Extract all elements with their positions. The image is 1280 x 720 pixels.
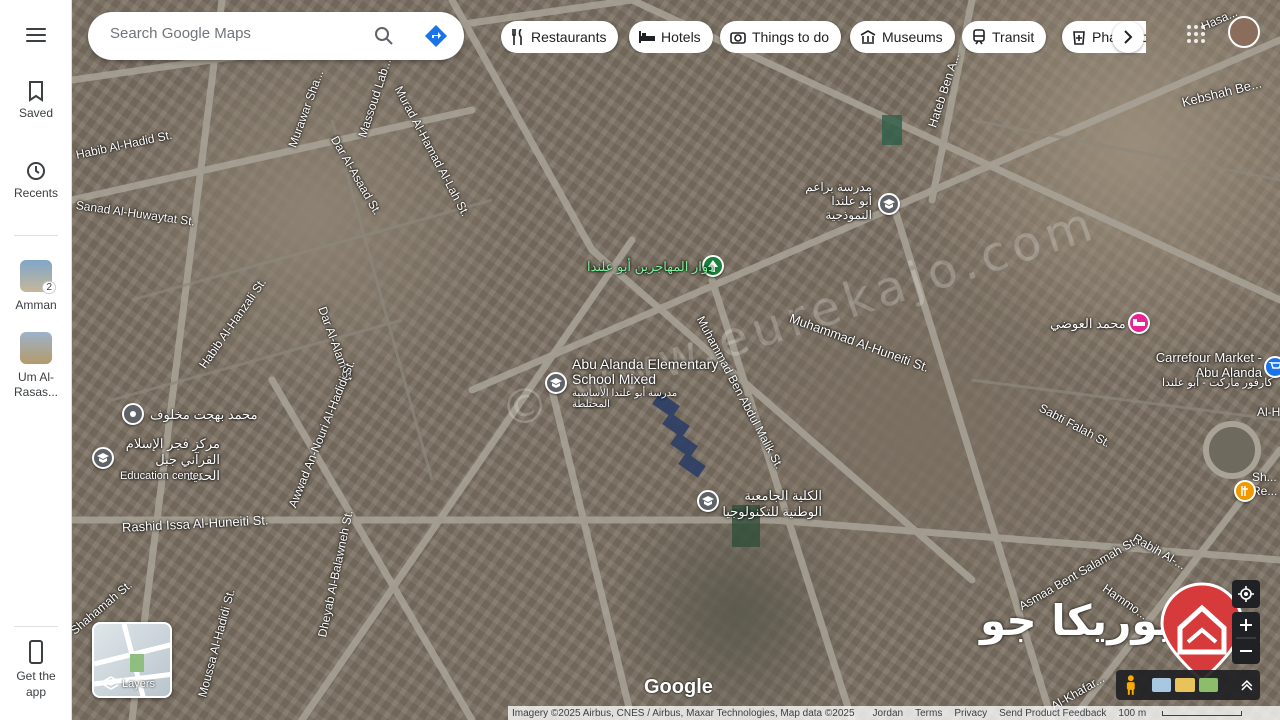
fork-knife-icon — [512, 29, 522, 45]
imagery-thumb[interactable] — [1151, 678, 1172, 692]
chip-label: Museums — [882, 29, 943, 45]
bed-icon — [639, 31, 655, 43]
chip-restaurants[interactable]: Restaurants — [501, 21, 619, 53]
scale-bar — [1162, 710, 1243, 716]
imagery-thumb[interactable] — [1198, 678, 1219, 692]
bookmark-icon — [29, 81, 43, 102]
my-location-button[interactable] — [1232, 580, 1260, 608]
museum-icon — [860, 30, 876, 44]
street-label: Al-H... — [1257, 405, 1280, 419]
place-label-roundabout[interactable]: دوار المهاجرين أبو علندا — [587, 259, 714, 275]
chip-hotels[interactable]: Hotels — [629, 21, 713, 53]
search-input[interactable] — [110, 25, 360, 42]
crosshair-icon — [1238, 586, 1254, 602]
scale-label[interactable]: 100 m — [1118, 708, 1254, 719]
search-icon[interactable] — [374, 26, 394, 46]
place-label-fajr-center-type: Education center — [120, 470, 203, 482]
feedback-link[interactable]: Send Product Feedback — [999, 708, 1106, 719]
account-avatar[interactable] — [1228, 16, 1260, 48]
chip-label: Restaurants — [531, 29, 607, 45]
map-footer: Imagery ©2025 Airbus, CNES / Airbus, Max… — [508, 706, 1280, 720]
place-label-abu-alanda-school-ar: مدرسة أبو علندا الأساسية المختلطة — [572, 388, 678, 410]
place-label-abu-alanda-school[interactable]: Abu Alanda Elementary School Mixed — [572, 357, 732, 387]
layers-button[interactable]: Layers — [92, 622, 172, 698]
recents-button[interactable]: Recents — [0, 160, 72, 200]
restaurant-pin[interactable] — [1234, 480, 1256, 502]
imagery-attribution: Imagery ©2025 Airbus, CNES / Airbus, Max… — [512, 707, 855, 719]
privacy-link[interactable]: Privacy — [954, 708, 987, 719]
pharmacy-icon — [1073, 31, 1085, 45]
terms-link[interactable]: Terms — [915, 708, 942, 719]
place-label-school-top[interactable]: مدرسة براعم أبو علندا النموذجية — [792, 180, 872, 222]
place-thumbnail — [20, 332, 52, 364]
apps-grid-icon[interactable] — [1186, 24, 1206, 44]
count-badge: 2 — [42, 281, 56, 294]
chip-transit[interactable]: Transit — [962, 21, 1047, 53]
recents-label: Recents — [13, 186, 59, 200]
shopping-pin[interactable] — [1264, 356, 1280, 378]
chevron-right-icon — [1124, 30, 1133, 44]
phone-icon — [29, 640, 43, 664]
recent-place-amman[interactable]: 2 Amman — [0, 260, 72, 312]
zoom-in-icon[interactable] — [1240, 619, 1252, 631]
get-app-button[interactable]: Get the app — [0, 640, 72, 700]
chip-museums[interactable]: Museums — [850, 21, 955, 53]
chip-label: Things to do — [752, 29, 830, 45]
recent-place-um-al-rasas[interactable]: Um Al-Rasas... — [0, 332, 72, 400]
left-rail: Saved Recents 2 Amman Um Al-Rasas... Get… — [0, 0, 72, 720]
recent-place-label: Amman — [15, 298, 57, 312]
train-icon — [973, 29, 985, 45]
chips-next-button[interactable] — [1112, 21, 1144, 53]
place-thumbnail: 2 — [20, 260, 56, 294]
chevron-up-icon[interactable] — [1240, 678, 1254, 692]
history-icon — [27, 162, 45, 180]
place-label-mohammad-awadi[interactable]: محمد العوضي — [1050, 316, 1126, 332]
zoom-control[interactable] — [1232, 612, 1260, 664]
get-app-label: Get the app — [16, 669, 56, 699]
school-pin[interactable] — [878, 193, 900, 215]
street-label: Sh... Re... — [1252, 470, 1278, 498]
directions-icon[interactable] — [424, 24, 448, 48]
school-pin[interactable] — [92, 447, 114, 469]
chip-label: Hotels — [661, 29, 701, 45]
search-box — [88, 12, 464, 60]
saved-button[interactable]: Saved — [0, 80, 72, 120]
school-pin[interactable] — [697, 490, 719, 512]
country-link[interactable]: Jordan — [873, 708, 904, 719]
place-pin[interactable] — [122, 403, 144, 425]
saved-label: Saved — [18, 106, 54, 120]
camera-icon — [730, 32, 746, 44]
recent-place-label: Um Al-Rasas... — [13, 370, 58, 399]
place-label-mohammad-bahjat[interactable]: محمد بهجت مخلوف — [150, 407, 258, 423]
imagery-thumb[interactable] — [1175, 678, 1195, 692]
brand-logo-text: يوريكا جو — [980, 596, 1174, 645]
menu-icon[interactable] — [26, 28, 46, 44]
map-bottom-controls — [1116, 670, 1260, 700]
hotel-pin[interactable] — [1128, 312, 1150, 334]
place-label-carrefour-ar: كارفور ماركت - أبو علندا — [1162, 377, 1273, 389]
google-logo: Google — [644, 676, 713, 698]
pegman-icon[interactable] — [1122, 674, 1140, 696]
chip-things-to-do[interactable]: Things to do — [720, 21, 842, 53]
chip-label: Transit — [992, 29, 1035, 45]
school-pin[interactable] — [545, 372, 567, 394]
place-label-college[interactable]: الكلية الجامعية الوطنية للتكنولوجيا — [722, 488, 822, 520]
layers-label: Layers — [122, 678, 156, 690]
scale-value: 100 m — [1118, 707, 1147, 719]
category-chips: Restaurants Hotels Things to do Museums … — [501, 21, 1146, 53]
layers-icon — [103, 676, 119, 690]
